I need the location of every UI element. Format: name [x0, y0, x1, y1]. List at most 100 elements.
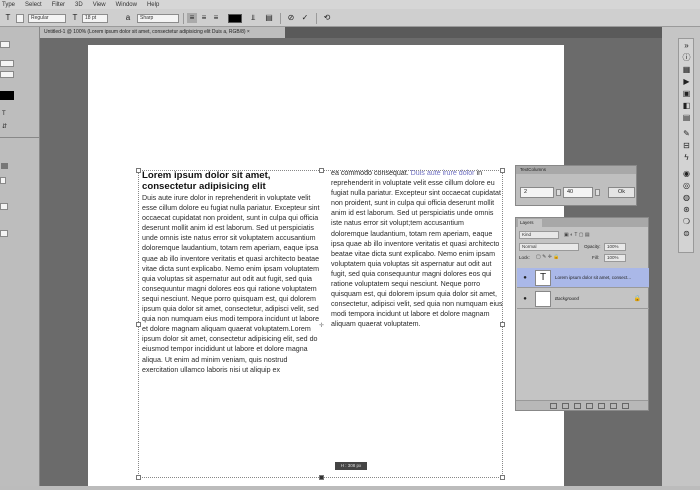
- columns-stepper[interactable]: [556, 189, 561, 196]
- gutter-field[interactable]: 40: [563, 187, 593, 198]
- 3d-text-icon[interactable]: ⟲: [322, 13, 332, 23]
- font-size-field[interactable]: 18 pt: [82, 14, 108, 23]
- kind-filter[interactable]: Kind: [519, 231, 559, 239]
- layer-name: Background: [555, 296, 580, 301]
- antialias-dropdown[interactable]: Sharp: [137, 14, 179, 23]
- tool-icon[interactable]: T: [2, 111, 6, 117]
- divider: [0, 137, 40, 138]
- menu-filter[interactable]: Filter: [52, 2, 65, 8]
- size-tooltip: H : 308 px: [335, 462, 367, 470]
- document-tab[interactable]: Untitled-1 @ 100% (Lorem ipsum dolor sit…: [40, 27, 285, 38]
- panel-title: TextColumns: [516, 166, 636, 174]
- left-panel-field[interactable]: [0, 60, 14, 67]
- character-panel-icon[interactable]: ▤: [264, 13, 274, 23]
- eye-icon[interactable]: ●: [521, 295, 529, 303]
- menu-3d[interactable]: 3D: [75, 2, 83, 8]
- character-icon[interactable]: ⊛: [682, 205, 691, 214]
- menu-bar: Type Select Filter 3D View Window Help: [0, 0, 700, 9]
- layer-style-icon[interactable]: [562, 403, 569, 409]
- link-layers-icon[interactable]: [550, 403, 557, 409]
- panel-collapse-icon[interactable]: [1, 163, 8, 169]
- menu-help[interactable]: Help: [147, 2, 159, 8]
- lock-icons[interactable]: ▢ ✎ ✛ 🔒: [536, 254, 560, 260]
- options-bar: T Regular T 18 pt a Sharp ≡ ≡ ≡ ⫫ ▤ ⊘ ✓ …: [0, 9, 700, 27]
- group-icon[interactable]: [598, 403, 605, 409]
- body-text: in reprehenderit in voluptate velit esse…: [331, 169, 503, 329]
- left-panel-field[interactable]: [0, 71, 14, 78]
- resize-handle[interactable]: [136, 168, 141, 173]
- antialias-icon: a: [125, 13, 131, 22]
- body-text: Duis aute irure dolor in reprehenderit i…: [142, 194, 320, 374]
- filter-icons[interactable]: ▣ ◐ T ▢ ▤: [564, 232, 644, 238]
- menu-select[interactable]: Select: [25, 2, 42, 8]
- warp-text-icon[interactable]: ⫫: [248, 13, 258, 23]
- font-family-dropdown[interactable]: [16, 14, 24, 23]
- columns-field[interactable]: 2: [520, 187, 554, 198]
- menu-type[interactable]: Type: [2, 2, 15, 8]
- menu-window[interactable]: Window: [116, 2, 137, 8]
- font-style-dropdown[interactable]: Regular: [28, 14, 66, 23]
- resize-handle[interactable]: [319, 475, 324, 480]
- status-bar: [0, 486, 700, 490]
- paths-icon[interactable]: ◍: [682, 193, 691, 202]
- left-panel-field[interactable]: [0, 230, 8, 237]
- paragraph-icon[interactable]: ❍: [682, 217, 691, 226]
- left-panel: T ⇵: [0, 27, 40, 490]
- layer-row-text[interactable]: ● T Lorem ipsum dolor sit amet, consect.…: [517, 268, 649, 288]
- blend-mode-dropdown[interactable]: Normal: [519, 243, 579, 251]
- left-panel-field[interactable]: [0, 203, 8, 210]
- menu-view[interactable]: View: [93, 2, 106, 8]
- layers-icon[interactable]: ◉: [682, 169, 691, 178]
- properties-icon[interactable]: ⊜: [682, 229, 691, 238]
- commit-check-icon[interactable]: ✓: [300, 13, 310, 23]
- left-panel-field[interactable]: [0, 177, 6, 184]
- separator: [316, 13, 317, 24]
- resize-handle[interactable]: [136, 322, 141, 327]
- adjustments-icon[interactable]: ◧: [682, 101, 691, 110]
- panel-dock: » ⓘ ▦ ▶ ▣ ◧ ▤ ✎ ⊟ ϟ ◉ ◎ ◍ ⊛ ❍ ⊜: [678, 38, 694, 253]
- cancel-icon[interactable]: ⊘: [286, 13, 296, 23]
- text-columns-panel: TextColumns 2 40 Ok: [515, 165, 637, 206]
- styles-icon[interactable]: ▤: [682, 113, 691, 122]
- resize-handle[interactable]: [136, 475, 141, 480]
- align-right-icon[interactable]: ≡: [211, 13, 221, 23]
- heading-text: Lorem ipsum dolor sit amet, consectetur …: [142, 170, 271, 192]
- actions-icon[interactable]: ▶: [682, 77, 691, 86]
- delete-layer-icon[interactable]: [622, 403, 629, 409]
- separator: [280, 13, 281, 24]
- tool-icon[interactable]: ⇵: [2, 123, 7, 130]
- ok-button[interactable]: Ok: [608, 187, 635, 198]
- tool-presets-icon[interactable]: ϟ: [682, 153, 691, 162]
- gutter-stepper[interactable]: [595, 189, 600, 196]
- collapse-arrows-icon[interactable]: »: [682, 41, 691, 50]
- history-icon[interactable]: ▦: [682, 65, 691, 74]
- align-center-icon[interactable]: ≡: [199, 13, 209, 23]
- background-thumbnail: [535, 291, 551, 307]
- lock-icon: 🔒: [633, 296, 641, 302]
- channels-icon[interactable]: ◎: [682, 181, 691, 190]
- color-swatch[interactable]: [0, 91, 14, 100]
- opacity-field[interactable]: 100%: [604, 243, 626, 251]
- clone-source-icon[interactable]: ⊟: [682, 141, 691, 150]
- fill-field[interactable]: 100%: [604, 254, 626, 262]
- new-layer-icon[interactable]: [610, 403, 617, 409]
- text-column-2[interactable]: ea commodo consequat. Duis aute irure do…: [331, 168, 503, 330]
- swatches-icon[interactable]: ▣: [682, 89, 691, 98]
- layers-panel: Layers Kind ▣ ◐ T ▢ ▤ Normal Opacity: 10…: [515, 217, 649, 411]
- adjustment-layer-icon[interactable]: [586, 403, 593, 409]
- text-color-swatch[interactable]: [228, 14, 242, 23]
- left-panel-field[interactable]: [0, 41, 10, 48]
- brush-icon[interactable]: ✎: [682, 129, 691, 138]
- layer-row-background[interactable]: ● Background 🔒: [517, 289, 649, 309]
- layers-footer: [516, 400, 648, 410]
- mask-icon[interactable]: [574, 403, 581, 409]
- tab-layers[interactable]: Layers: [518, 219, 542, 227]
- eye-icon[interactable]: ●: [521, 274, 529, 282]
- text-layer-icon: T: [535, 270, 551, 286]
- info-icon[interactable]: ⓘ: [682, 53, 691, 62]
- body-text-lead: ea commodo consequat.: [331, 169, 409, 177]
- text-column-1[interactable]: Lorem ipsum dolor sit amet, consectetur …: [142, 170, 320, 375]
- align-left-icon[interactable]: ≡: [187, 13, 197, 23]
- text-tool-icon[interactable]: T: [3, 13, 13, 23]
- resize-handle[interactable]: [500, 475, 505, 480]
